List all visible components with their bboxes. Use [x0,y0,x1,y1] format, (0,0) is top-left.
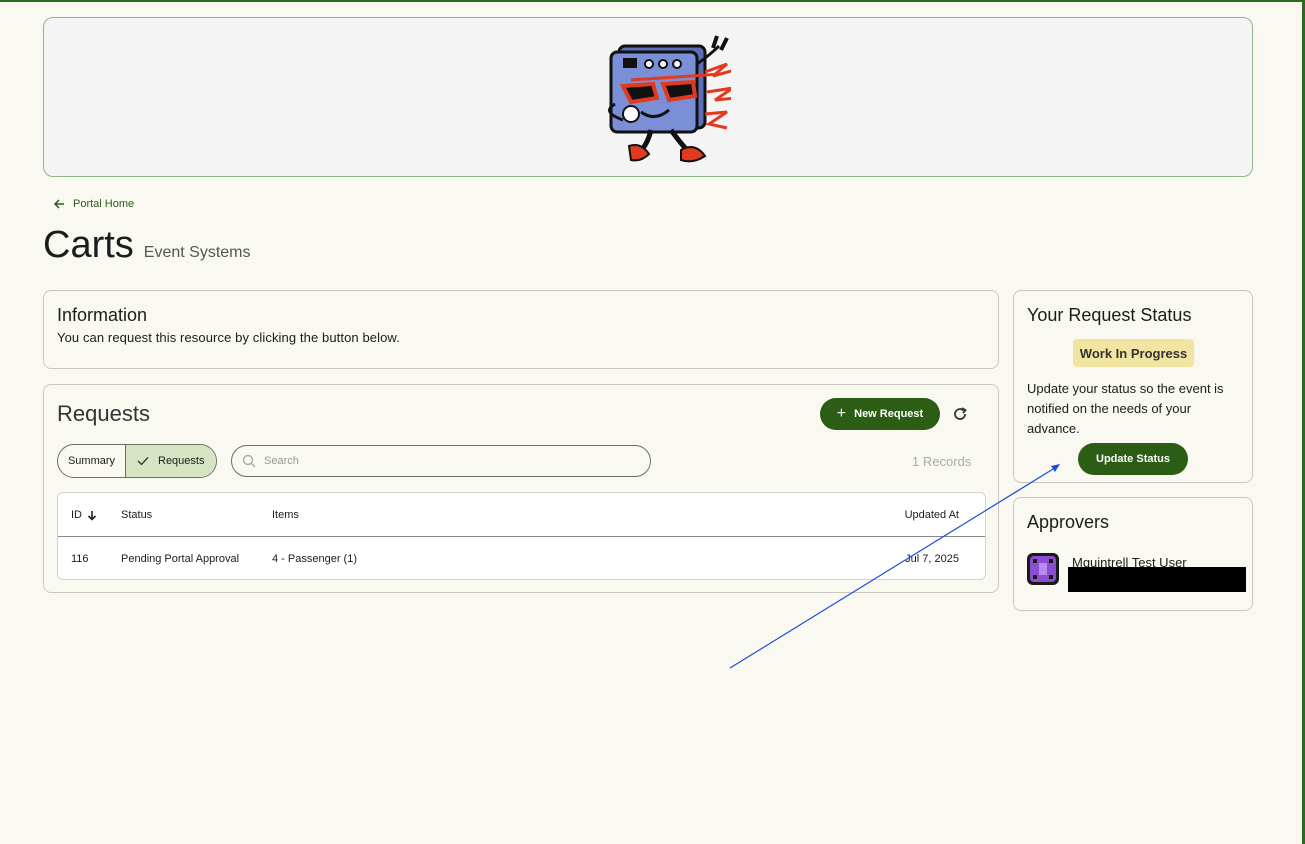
requests-card: Requests + New Request Summary Requests … [43,384,999,593]
approvers-card: Approvers Mquintrell Test User [1013,497,1253,611]
request-status-card: Your Request Status Work In Progress Upd… [1013,290,1253,483]
check-icon [137,457,149,466]
status-badge: Work In Progress [1073,339,1194,367]
request-status-title: Your Request Status [1027,305,1192,325]
column-header-id[interactable]: ID [71,493,98,537]
update-status-button[interactable]: Update Status [1078,443,1188,475]
requests-table: ID Status Items Updated At 116 Pending P… [57,492,986,580]
table-row[interactable]: 116 Pending Portal Approval 4 - Passenge… [58,537,985,579]
cell-status: Pending Portal Approval [121,553,240,565]
page-subtitle: Event Systems [143,244,251,261]
portal-home-label: Portal Home [73,198,135,210]
tab-summary[interactable]: Summary [58,445,126,477]
search-input[interactable] [264,455,624,467]
tab-summary-label: Summary [67,455,116,467]
approvers-title: Approvers [1027,512,1110,532]
avatar [1027,553,1059,585]
arrow-left-icon [53,199,64,209]
cell-items: 4 - Passenger (1) [272,553,357,565]
column-header-updated-at[interactable]: Updated At [905,493,959,537]
plus-icon: + [836,405,847,422]
page-title: Carts [43,224,134,266]
sort-down-icon [87,511,97,521]
column-header-status[interactable]: Status [121,493,152,537]
cell-id: 116 [71,553,89,565]
requests-title: Requests [57,401,150,426]
header-banner [43,17,1253,177]
page-header: Carts Event Systems [43,224,251,267]
records-count: 1 Records [912,454,972,469]
view-toggle: Summary Requests [57,444,217,478]
new-request-label: New Request [854,408,924,420]
refresh-icon[interactable] [950,404,970,424]
amp-mascot-logo [608,35,731,163]
new-request-button[interactable]: + New Request [820,398,940,430]
column-header-items[interactable]: Items [272,493,299,537]
cell-updated-at: Jul 7, 2025 [905,553,959,565]
search-icon [242,454,256,468]
information-card: Information You can request this resourc… [43,290,999,369]
portal-home-link[interactable]: Portal Home [53,198,134,210]
information-text: You can request this resource by clickin… [57,330,400,345]
search-box [231,445,651,477]
table-header: ID Status Items Updated At [58,493,985,537]
tab-requests-label: Requests [158,455,205,467]
redaction-bar [1068,567,1246,592]
column-header-id-label: ID [71,509,82,521]
information-title: Information [57,305,148,325]
status-description: Update your status so the event is notif… [1027,381,1224,436]
tab-requests[interactable]: Requests [126,445,216,477]
